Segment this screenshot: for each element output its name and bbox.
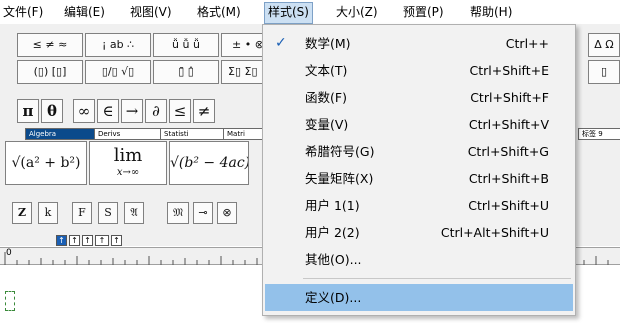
menu-item-shortcut: Ctrl+Shift+U bbox=[468, 198, 549, 213]
tab-1-icon[interactable]: ↑ bbox=[56, 235, 67, 246]
style-menu-item-user2[interactable]: 用户 2(2) Ctrl+Alt+Shift+U bbox=[265, 219, 573, 246]
menu-item-shortcut: Ctrl++ bbox=[505, 36, 549, 51]
tab-2-icon[interactable]: ↑ bbox=[69, 235, 80, 246]
menu-view[interactable]: 视图(V) bbox=[127, 2, 175, 22]
otimes-button[interactable]: ⊗ bbox=[217, 202, 237, 224]
menu-file[interactable]: 文件(F) bbox=[0, 2, 46, 22]
style-menu-item-greek[interactable]: 希腊符号(G) Ctrl+Shift+G bbox=[265, 138, 573, 165]
style-menu-item-text[interactable]: 文本(T) Ctrl+Shift+E bbox=[265, 57, 573, 84]
style-menu-item-function[interactable]: 函数(F) Ctrl+Shift+F bbox=[265, 84, 573, 111]
menu-item-label: 矢量矩阵(X) bbox=[305, 171, 374, 186]
style-menu-item-define[interactable]: 定义(D)... bbox=[265, 284, 573, 311]
script-f-button[interactable]: F bbox=[72, 202, 92, 224]
element-of-button[interactable]: ∈ bbox=[97, 99, 119, 123]
menu-item-shortcut: Ctrl+Shift+B bbox=[468, 171, 549, 186]
lim-label: lim bbox=[113, 145, 143, 166]
less-equal-button[interactable]: ≤ bbox=[169, 99, 191, 123]
not-equal-button[interactable]: ≠ bbox=[193, 99, 215, 123]
menu-style[interactable]: 样式(S) bbox=[264, 2, 313, 24]
tab-algebra[interactable]: Algebra bbox=[25, 128, 96, 140]
fractions-palette-button[interactable]: ▯/▯ √▯ bbox=[85, 60, 151, 84]
tab-derivs[interactable]: Derivs bbox=[94, 128, 162, 140]
tab-4-icon[interactable]: ↑ bbox=[95, 235, 109, 246]
script-s-button[interactable]: S bbox=[98, 202, 118, 224]
equation-slot[interactable] bbox=[5, 291, 15, 311]
sums-palette-button[interactable]: Σ▯ Σ▯ bbox=[221, 60, 266, 84]
partial-button[interactable]: ∂ bbox=[145, 99, 167, 123]
menu-item-label: 其他(O)... bbox=[305, 252, 362, 267]
fences-palette-button[interactable]: (▯) [▯] bbox=[17, 60, 83, 84]
menu-size[interactable]: 大小(Z) bbox=[333, 2, 381, 22]
arrow-button[interactable]: → bbox=[121, 99, 143, 123]
tab-3-icon[interactable]: ↑ bbox=[82, 235, 93, 246]
check-icon: ✓ bbox=[275, 35, 287, 51]
menu-item-shortcut: Ctrl+Shift+E bbox=[469, 63, 550, 78]
matrix-palette-button[interactable]: ▯ bbox=[588, 60, 620, 84]
style-menu-item-vector-matrix[interactable]: 矢量矩阵(X) Ctrl+Shift+B bbox=[265, 165, 573, 192]
greek-palette-button[interactable]: Δ Ω bbox=[588, 33, 620, 57]
menu-item-label: 用户 2(2) bbox=[305, 225, 360, 240]
lim-subscript: x→∞ bbox=[116, 167, 140, 178]
style-menu-item-user1[interactable]: 用户 1(1) Ctrl+Shift+U bbox=[265, 192, 573, 219]
tab-9[interactable]: 标签 9 bbox=[578, 128, 620, 140]
theta-button[interactable]: θ bbox=[41, 99, 63, 123]
blackboard-z-button[interactable]: Z bbox=[12, 202, 32, 224]
menu-item-label: 函数(F) bbox=[305, 90, 347, 105]
menu-item-label: 变量(V) bbox=[305, 117, 349, 132]
tab-statistics[interactable]: Statisti bbox=[160, 128, 226, 140]
limit-template[interactable]: lim x→∞ bbox=[89, 141, 167, 185]
menu-preset[interactable]: 预置(P) bbox=[400, 2, 447, 22]
fraktur-a-button[interactable]: 𝔄 bbox=[124, 202, 144, 224]
style-menu-dropdown: ✓ 数学(M) Ctrl++ 文本(T) Ctrl+Shift+E 函数(F) … bbox=[262, 24, 576, 316]
menu-item-shortcut: Ctrl+Shift+V bbox=[468, 117, 549, 132]
menu-item-label: 文本(T) bbox=[305, 63, 348, 78]
menu-item-label: 定义(D)... bbox=[305, 290, 362, 305]
operators-palette-button[interactable]: ± • ⊗ bbox=[221, 33, 266, 57]
pi-button[interactable]: π bbox=[17, 99, 39, 123]
scripts-palette-button[interactable]: ▯̄ ▯̂ bbox=[153, 60, 219, 84]
menu-bar: 文件(F) 编辑(E) 视图(V) 格式(M) 样式(S) 大小(Z) 预置(P… bbox=[0, 0, 620, 24]
style-menu-item-other[interactable]: 其他(O)... bbox=[265, 246, 573, 273]
blackboard-k-button[interactable]: k bbox=[38, 202, 58, 224]
menu-item-shortcut: Ctrl+Shift+G bbox=[467, 144, 549, 159]
menu-help[interactable]: 帮助(H) bbox=[467, 2, 515, 22]
menu-item-label: 数学(M) bbox=[305, 36, 351, 51]
embellishments-palette-button[interactable]: ǚ ǚ ǚ bbox=[153, 33, 219, 57]
sqrt-sum-template[interactable]: √(a² + b²) bbox=[5, 141, 87, 185]
menu-item-shortcut: Ctrl+Shift+F bbox=[470, 90, 549, 105]
menu-separator bbox=[303, 278, 571, 279]
menu-item-shortcut: Ctrl+Alt+Shift+U bbox=[440, 225, 549, 240]
sqrt-discriminant-template[interactable]: √(b² − 4ac) bbox=[169, 141, 249, 185]
multimap-button[interactable]: ⊸ bbox=[193, 202, 213, 224]
menu-edit[interactable]: 编辑(E) bbox=[61, 2, 108, 22]
style-menu-item-variable[interactable]: 变量(V) Ctrl+Shift+V bbox=[265, 111, 573, 138]
spaces-palette-button[interactable]: ¡ ab ∴ bbox=[85, 33, 151, 57]
menu-item-label: 用户 1(1) bbox=[305, 198, 360, 213]
infinity-button[interactable]: ∞ bbox=[73, 99, 95, 123]
style-menu-item-math[interactable]: ✓ 数学(M) Ctrl++ bbox=[265, 30, 573, 57]
relations-palette-button[interactable]: ≤ ≠ ≈ bbox=[17, 33, 83, 57]
menu-format[interactable]: 格式(M) bbox=[194, 2, 244, 22]
fraktur-m-button[interactable]: 𝔐 bbox=[167, 202, 189, 224]
tab-5-icon[interactable]: ↑ bbox=[111, 235, 122, 246]
menu-item-label: 希腊符号(G) bbox=[305, 144, 375, 159]
